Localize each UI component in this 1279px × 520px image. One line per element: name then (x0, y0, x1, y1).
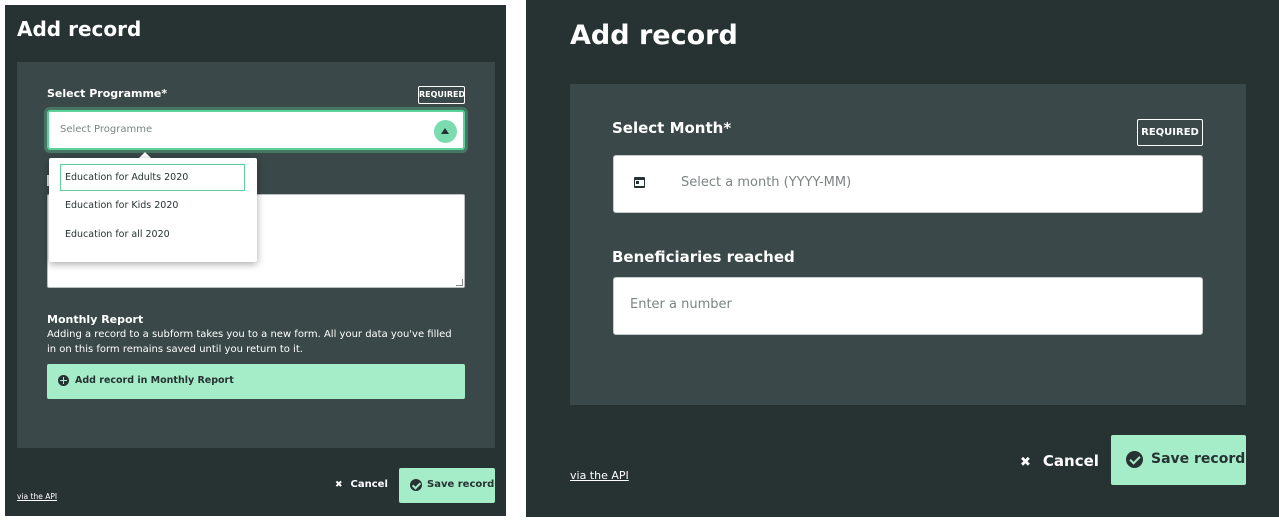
dialog-title: Add record (17, 17, 142, 41)
save-button[interactable]: Save record (1111, 435, 1246, 485)
save-label: Save record (427, 479, 495, 490)
monthly-report-heading: Monthly Report (47, 313, 144, 326)
check-circle-icon (1126, 451, 1143, 468)
add-subrecord-label: Add record in Monthly Report (75, 375, 234, 386)
programme-select[interactable]: Select Programme (47, 110, 465, 150)
chevron-up-icon[interactable] (434, 120, 457, 143)
programme-label: Select Programme* (47, 87, 168, 100)
programme-dropdown: Education for Adults 2020 Education for … (49, 158, 257, 262)
save-button[interactable]: Save record (399, 468, 495, 503)
beneficiaries-label: Beneficiaries reached (612, 248, 795, 266)
month-placeholder: Select a month (YYYY-MM) (681, 175, 852, 190)
api-link[interactable]: via the API (570, 469, 629, 482)
month-input[interactable]: Select a month (YYYY-MM) (613, 155, 1203, 213)
number-placeholder: Enter a number (630, 297, 732, 312)
resize-handle-icon[interactable] (456, 279, 463, 286)
dialog-title: Add record (570, 20, 738, 51)
beneficiaries-input[interactable]: Enter a number (613, 277, 1203, 335)
api-link[interactable]: via the API (17, 492, 57, 501)
cancel-label: Cancel (350, 479, 388, 490)
cancel-label: Cancel (1042, 452, 1099, 470)
dropdown-option-education-all[interactable]: Education for all 2020 (60, 221, 245, 248)
close-icon: ✖ (335, 480, 343, 490)
form-card: Select Month* REQUIRED Select a month (Y… (570, 84, 1246, 405)
calendar-icon (634, 177, 645, 188)
save-label: Save record (1151, 451, 1246, 467)
monthly-report-description: Adding a record to a subform takes you t… (47, 329, 452, 355)
add-record-dialog-programme: Add record Select Programme* REQUIRED Se… (5, 5, 506, 516)
programme-select-placeholder: Select Programme (60, 124, 153, 135)
check-circle-icon (410, 479, 422, 491)
dropdown-option-education-adults[interactable]: Education for Adults 2020 (60, 164, 245, 191)
plus-circle-icon (58, 375, 69, 386)
required-badge: REQUIRED (1137, 119, 1203, 146)
required-badge: REQUIRED (418, 86, 465, 104)
form-card: Select Programme* REQUIRED Select Progra… (17, 62, 495, 448)
dropdown-option-education-kids[interactable]: Education for Kids 2020 (60, 192, 245, 219)
month-label: Select Month* (612, 119, 732, 137)
cancel-button[interactable]: ✖ Cancel (1020, 452, 1099, 470)
close-icon: ✖ (1020, 455, 1031, 470)
add-record-dialog-month: Add record Select Month* REQUIRED Select… (526, 0, 1279, 517)
add-subrecord-button[interactable]: Add record in Monthly Report (47, 364, 465, 399)
cancel-button[interactable]: ✖ Cancel (335, 479, 388, 490)
